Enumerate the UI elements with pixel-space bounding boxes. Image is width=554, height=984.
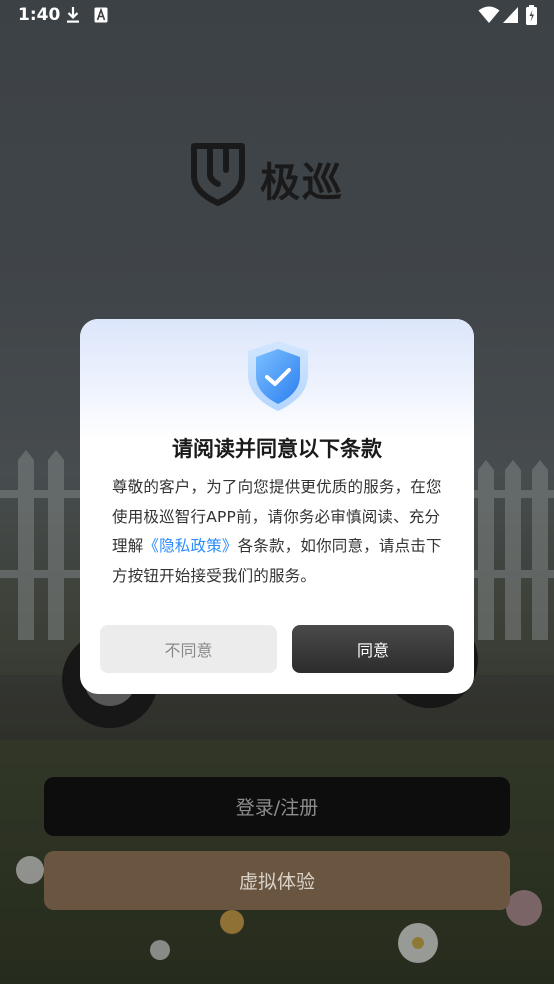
shield-check-icon <box>248 341 308 411</box>
dialog-title: 请阅读并同意以下条款 <box>172 437 382 461</box>
login-register-label: 登录/注册 <box>235 797 319 819</box>
virtual-experience-button[interactable]: 虚拟体验 <box>44 851 510 910</box>
signal-icon <box>503 7 518 23</box>
virtual-experience-label: 虚拟体验 <box>238 871 315 893</box>
disagree-label: 不同意 <box>164 641 213 660</box>
agree-button[interactable]: 同意 <box>292 625 454 673</box>
status-time: 1:40 <box>18 5 61 25</box>
shield-logo-icon <box>191 143 245 206</box>
privacy-dialog: 请阅读并同意以下条款 尊敬的客户，为了向您提供更优质的服务，在您使用极巡智行AP… <box>80 319 474 694</box>
a-icon <box>94 7 108 23</box>
agree-label: 同意 <box>356 641 389 660</box>
download-icon <box>67 7 79 23</box>
status-bar: 1:40 <box>0 0 554 32</box>
app-logo: 极巡 <box>190 140 370 210</box>
disagree-button[interactable]: 不同意 <box>100 625 277 673</box>
privacy-policy-link[interactable]: 《隐私政策》 <box>143 537 237 555</box>
wifi-icon <box>478 6 500 23</box>
login-register-button[interactable]: 登录/注册 <box>44 777 510 836</box>
app-name: 极巡 <box>260 160 344 206</box>
dialog-body-text: 尊敬的客户，为了向您提供更优质的服务，在您使用极巡智行APP前，请你务必审慎阅读… <box>112 473 446 591</box>
battery-icon <box>526 5 537 25</box>
